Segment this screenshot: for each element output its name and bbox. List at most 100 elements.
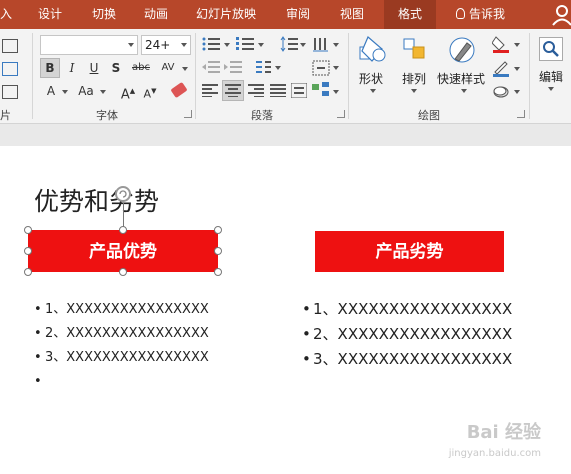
decrease-indent-icon[interactable] (202, 61, 220, 74)
user-icon[interactable] (549, 0, 571, 29)
quick-styles-label: 快速样式 (437, 72, 486, 86)
line-spacing-dropdown[interactable] (300, 43, 306, 47)
cons-list[interactable]: 1、XXXXXXXXXXXXXXXXX 2、XXXXXXXXXXXXXXXXX … (302, 297, 512, 372)
line-spacing-icon[interactable] (280, 36, 298, 52)
bullets-dropdown[interactable] (224, 43, 230, 47)
quick-styles-icon (449, 37, 475, 63)
list-item: 1、XXXXXXXXXXXXXXXXX (302, 297, 512, 322)
bold-button[interactable]: B (40, 58, 60, 78)
increase-indent-icon[interactable] (224, 61, 242, 74)
search-icon (539, 37, 563, 61)
group-slides-label: 片 (0, 109, 11, 122)
shape-effects-dropdown[interactable] (514, 90, 520, 94)
smartart-icon[interactable] (312, 82, 330, 98)
shapes-label: 形状 (359, 72, 384, 86)
resize-handle-w[interactable] (24, 247, 32, 255)
italic-button[interactable]: I (62, 58, 82, 78)
list-item: 2、XXXXXXXXXXXXXXXXX (302, 322, 512, 347)
arrange-dropdown[interactable] (411, 89, 417, 93)
resize-handle-e[interactable] (214, 247, 222, 255)
font-name-select[interactable] (40, 35, 138, 55)
resize-handle-n[interactable] (119, 226, 127, 234)
align-text-icon[interactable] (312, 60, 330, 76)
slide-title[interactable]: 优势和劣势 (34, 182, 159, 218)
tab-review[interactable]: 审阅 (286, 0, 310, 29)
columns-dropdown[interactable] (275, 66, 281, 70)
arrange-icon (403, 38, 425, 59)
pros-box[interactable]: 产品优势 (28, 230, 218, 272)
shape-fill-icon[interactable] (492, 35, 510, 53)
arrange-label: 排列 (402, 72, 427, 86)
section-icon[interactable] (2, 85, 18, 99)
list-item: 2、XXXXXXXXXXXXXXXX (34, 322, 209, 346)
numbering-icon[interactable] (236, 37, 254, 51)
char-spacing-dropdown[interactable] (182, 67, 188, 71)
resize-handle-nw[interactable] (24, 226, 32, 234)
shape-outline-icon[interactable] (492, 59, 510, 77)
drawing-dialog-launcher[interactable] (517, 110, 525, 118)
numbering-dropdown[interactable] (258, 43, 264, 47)
lightbulb-icon (456, 8, 465, 19)
tab-view[interactable]: 视图 (340, 0, 364, 29)
group-drawing-label: 绘图 (418, 109, 440, 122)
list-item-empty (34, 370, 209, 394)
change-case-dropdown[interactable] (100, 90, 106, 94)
smartart-dropdown[interactable] (333, 90, 339, 94)
eraser-icon[interactable] (170, 81, 188, 99)
shapes-dropdown[interactable] (370, 89, 376, 93)
shape-fill-dropdown[interactable] (514, 43, 520, 47)
separator (348, 33, 349, 119)
group-paragraph-label: 段落 (251, 109, 273, 122)
pros-list[interactable]: 1、XXXXXXXXXXXXXXXX 2、XXXXXXXXXXXXXXXX 3、… (34, 298, 209, 394)
align-left-icon[interactable] (202, 84, 218, 97)
increase-font-button[interactable]: A▲ (120, 81, 136, 102)
shape-outline-dropdown[interactable] (514, 67, 520, 71)
quick-styles-dropdown[interactable] (461, 89, 467, 93)
font-dialog-launcher[interactable] (184, 110, 192, 118)
underline-button[interactable]: U (84, 58, 104, 78)
align-right-icon[interactable] (248, 84, 264, 97)
tell-me-box[interactable]: 告诉我 (456, 0, 505, 29)
change-case-button[interactable]: Aa (74, 81, 98, 101)
reset-icon[interactable] (2, 62, 18, 76)
align-text-dropdown[interactable] (333, 66, 339, 70)
font-size-select[interactable]: 24+ (141, 35, 191, 55)
justify-icon[interactable] (270, 84, 286, 97)
list-item: 1、XXXXXXXXXXXXXXXX (34, 298, 209, 322)
distributed-icon[interactable] (291, 83, 307, 98)
text-direction-dropdown[interactable] (333, 43, 339, 47)
tab-animations[interactable]: 动画 (144, 0, 168, 29)
canvas-top-margin (0, 124, 571, 146)
watermark-url: jingyan.baidu.com (448, 448, 541, 459)
tab-slideshow[interactable]: 幻灯片放映 (196, 0, 256, 29)
bullets-icon[interactable] (202, 37, 220, 51)
text-direction-icon[interactable] (312, 36, 330, 52)
tab-insert[interactable]: 入 (0, 0, 12, 29)
layout-icon[interactable] (2, 39, 18, 53)
shape-effects-icon[interactable] (492, 83, 510, 99)
separator (195, 33, 196, 119)
clear-format-a-button[interactable]: A (42, 81, 60, 101)
tab-design[interactable]: 设计 (38, 0, 62, 29)
resize-handle-sw[interactable] (24, 268, 32, 276)
resize-handle-ne[interactable] (214, 226, 222, 234)
rotate-handle[interactable] (115, 186, 131, 202)
a-dropdown[interactable] (62, 90, 68, 94)
align-center-icon (225, 84, 241, 98)
decrease-font-button[interactable]: A▼ (142, 81, 158, 101)
columns-icon[interactable] (256, 61, 272, 74)
strikethrough-button[interactable]: abc (128, 58, 154, 78)
paragraph-dialog-launcher[interactable] (337, 110, 345, 118)
shapes-icon (359, 36, 386, 62)
resize-handle-s[interactable] (119, 268, 127, 276)
tab-format[interactable]: 格式 (384, 0, 436, 29)
tab-transitions[interactable]: 切换 (92, 0, 116, 29)
shadow-button[interactable]: S (106, 58, 126, 78)
cons-box[interactable]: 产品劣势 (315, 231, 504, 272)
editing-dropdown[interactable] (548, 87, 554, 91)
align-center-button[interactable] (222, 80, 244, 101)
separator (32, 33, 33, 119)
char-spacing-button[interactable]: AV (156, 58, 180, 78)
resize-handle-se[interactable] (214, 268, 222, 276)
ribbon: 片 24+ B I U S abc AV A Aa A▲ A▼ 字体 段落 形状… (0, 29, 571, 124)
